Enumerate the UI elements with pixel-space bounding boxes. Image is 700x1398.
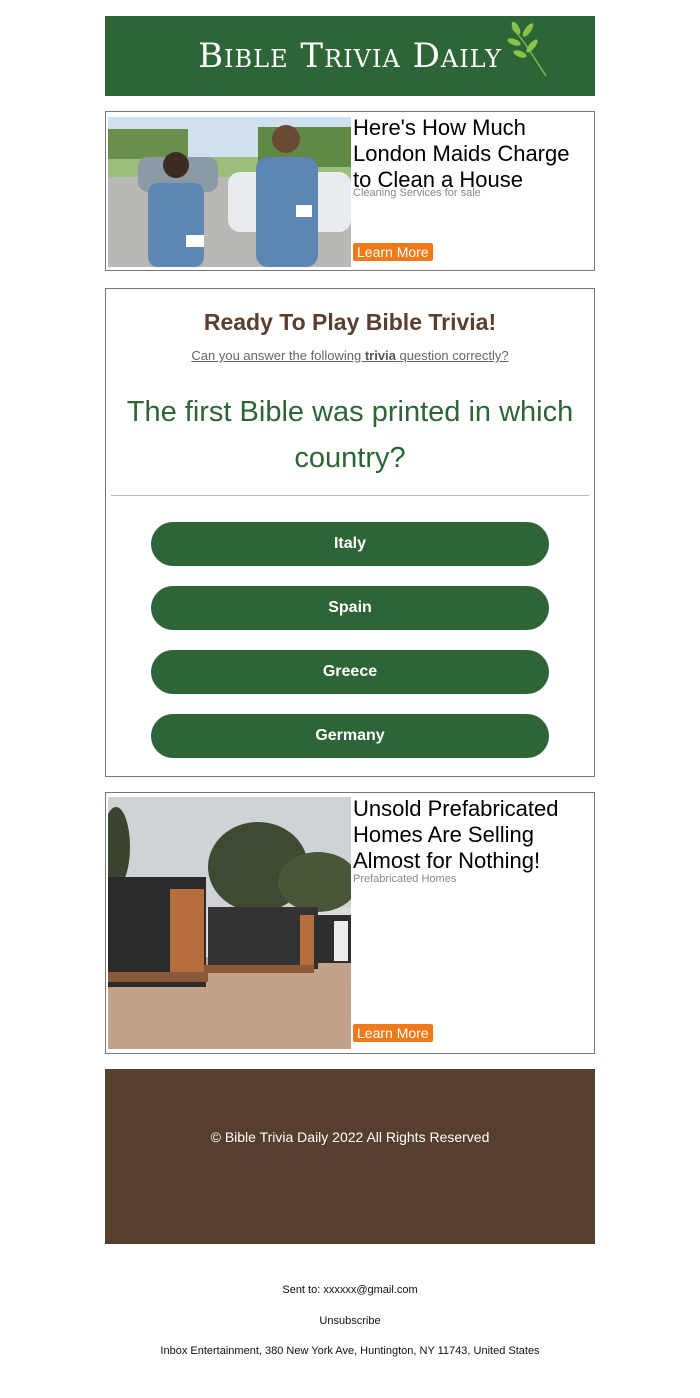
- trivia-card: Ready To Play Bible Trivia! Can you answ…: [105, 288, 595, 777]
- answer-list: Italy Spain Greece Germany: [106, 522, 594, 758]
- ad-sponsor: Cleaning Services for sale: [353, 187, 481, 199]
- answer-button-spain[interactable]: Spain: [151, 586, 549, 630]
- answer-button-greece[interactable]: Greece: [151, 650, 549, 694]
- learn-more-button[interactable]: Learn More: [353, 1024, 433, 1042]
- copyright-text: © Bible Trivia Daily 2022 All Rights Res…: [210, 1128, 490, 1145]
- sent-to-text: Sent to: xxxxxx@gmail.com: [282, 1284, 418, 1296]
- divider: [111, 495, 589, 496]
- brand-logo[interactable]: Bible Trivia Daily: [198, 21, 547, 77]
- quiz-subheading[interactable]: Can you answer the following trivia ques…: [106, 348, 594, 363]
- ad-image-homes[interactable]: [108, 797, 351, 1049]
- answer-button-italy[interactable]: Italy: [151, 522, 549, 566]
- quiz-heading: Ready To Play Bible Trivia!: [203, 309, 497, 335]
- email-footer: © Bible Trivia Daily 2022 All Rights Res…: [105, 1069, 595, 1244]
- ad-headline[interactable]: Here's How Much London Maids Charge to C…: [353, 115, 593, 193]
- trivia-question: The first Bible was printed in which cou…: [126, 396, 574, 474]
- leaf-icon: [507, 21, 547, 77]
- answer-button-germany[interactable]: Germany: [151, 714, 549, 758]
- sponsored-ad-maids[interactable]: Here's How Much London Maids Charge to C…: [105, 111, 595, 271]
- sponsored-ad-homes[interactable]: Unsold Prefabricated Homes Are Selling A…: [105, 792, 595, 1054]
- brand-name: Bible Trivia Daily: [198, 36, 502, 76]
- sender-address: Inbox Entertainment, 380 New York Ave, H…: [160, 1345, 540, 1357]
- unsubscribe-link[interactable]: Unsubscribe: [0, 1315, 700, 1327]
- learn-more-button[interactable]: Learn More: [353, 243, 433, 261]
- email-header: Bible Trivia Daily: [105, 16, 595, 96]
- ad-sponsor: Prefabricated Homes: [353, 873, 457, 885]
- ad-headline[interactable]: Unsold Prefabricated Homes Are Selling A…: [353, 796, 593, 874]
- ad-image-maids[interactable]: [108, 117, 351, 267]
